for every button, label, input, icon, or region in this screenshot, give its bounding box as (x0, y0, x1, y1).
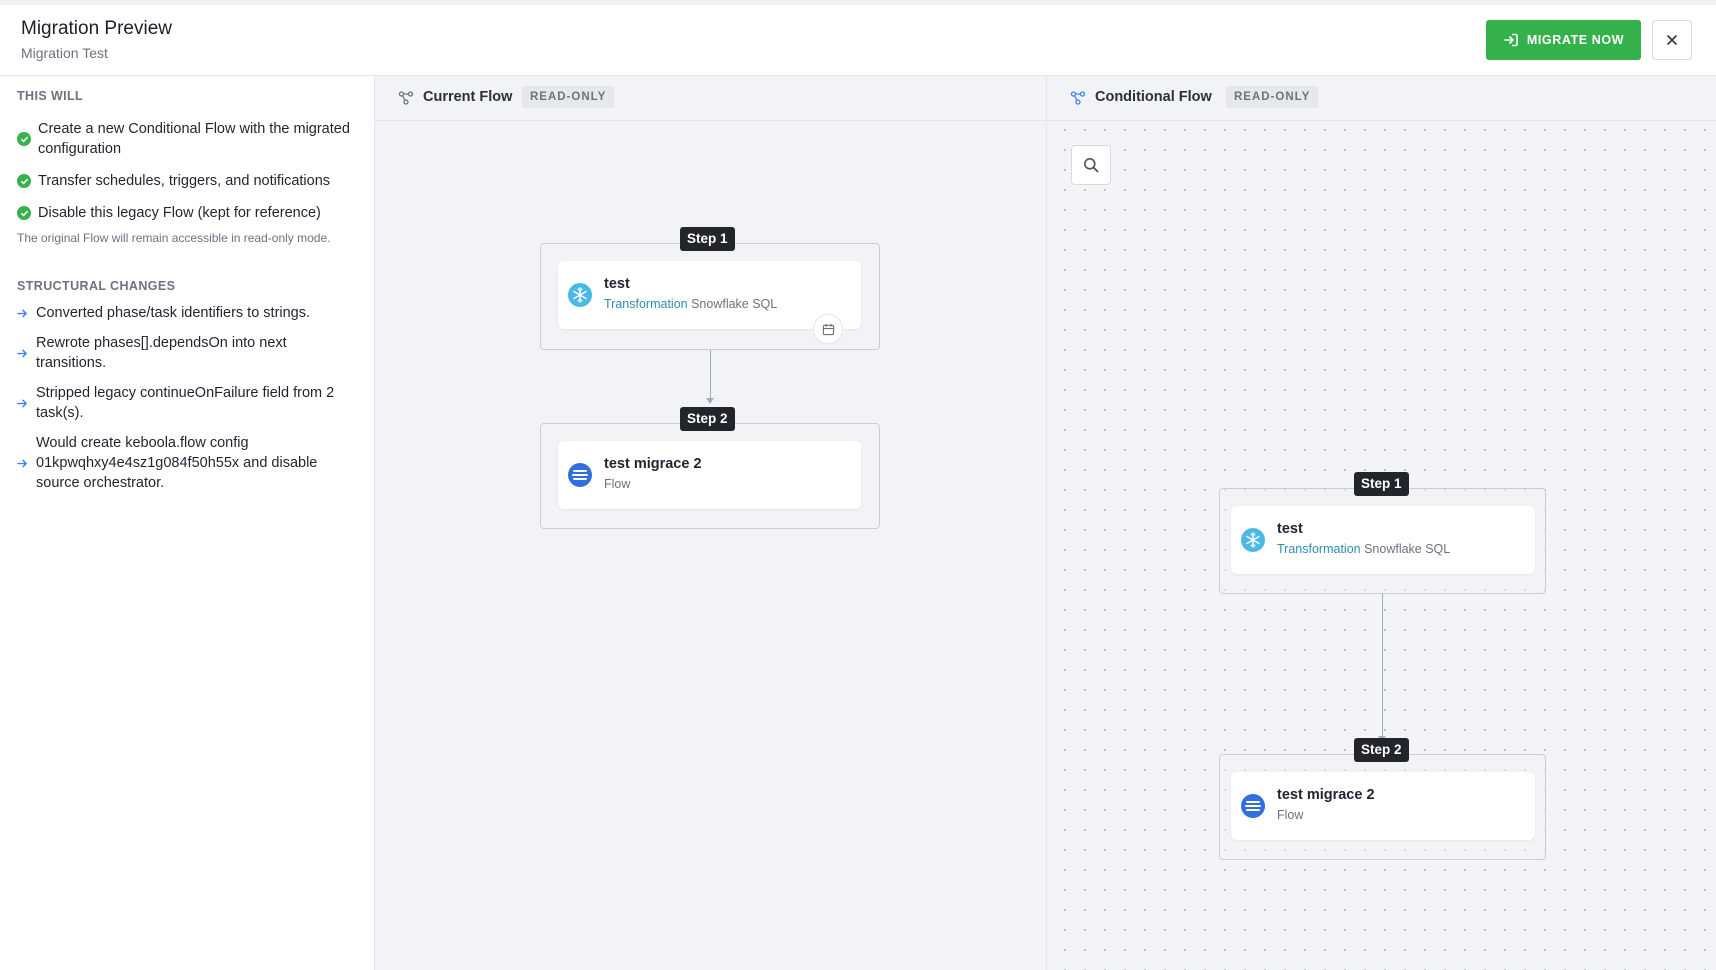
structural-change-text: Rewrote phases[].dependsOn into next tra… (36, 335, 287, 371)
this-will-item: Create a new Conditional Flow with the m… (17, 119, 357, 159)
current-flow-title: Current Flow (423, 89, 513, 105)
flow-icon (1241, 794, 1265, 818)
structural-change-text: Converted phase/task identifiers to stri… (36, 305, 311, 321)
step-label: Step 1 (680, 227, 735, 251)
step-label: Step 2 (680, 407, 735, 431)
structural-change-item: Would create keboola.flow config 01kpwqh… (17, 433, 357, 493)
conditional-flow-title: Conditional Flow (1095, 89, 1212, 105)
flow-icon (568, 463, 592, 487)
structural-change-text: Stripped legacy continueOnFailure field … (36, 385, 335, 421)
task-subtitle: Flow (604, 477, 630, 491)
task-component: Flow (1277, 808, 1304, 822)
task-component: Snowflake SQL (691, 297, 778, 311)
task-type: Transformation (1277, 542, 1361, 556)
close-icon (1667, 35, 1677, 45)
migrate-now-button[interactable]: MIGRATE NOW (1486, 20, 1641, 60)
this-will-text: Transfer schedules, triggers, and notifi… (38, 173, 331, 189)
this-will-item: Disable this legacy Flow (kept for refer… (17, 203, 357, 223)
task-card[interactable]: test migrace 2 Flow (558, 441, 861, 509)
task-card[interactable]: test Transformation Snowflake SQL (1231, 506, 1535, 574)
structural-changes-heading: STRUCTURAL CHANGES (17, 279, 176, 293)
step-group: test Transformation Snowflake SQL Step 1 (540, 227, 880, 350)
page-title: Migration Preview (21, 18, 172, 39)
step-group: test Transformation Snowflake SQL Step 1 (1219, 472, 1546, 594)
this-will-item: Transfer schedules, triggers, and notifi… (17, 171, 357, 191)
step-group: test migrace 2 Flow Step 2 (540, 407, 880, 529)
step-connector (1382, 594, 1383, 739)
migration-summary-sidebar: THIS WILL Create a new Conditional Flow … (0, 76, 375, 970)
connector-arrow (706, 398, 714, 404)
search-button[interactable] (1071, 145, 1111, 185)
calendar-icon (822, 323, 834, 335)
arrow-right-icon (17, 459, 27, 467)
task-name: test migrace 2 (1277, 787, 1375, 803)
step-group: test migrace 2 Flow Step 2 (1219, 738, 1546, 860)
check-circle-icon (17, 174, 31, 188)
page-subtitle: Migration Test (21, 45, 108, 61)
task-type: Transformation (604, 297, 688, 311)
conditional-flow-header: Conditional Flow READ-ONLY (1047, 76, 1716, 121)
check-circle-icon (17, 132, 31, 146)
task-card[interactable]: test migrace 2 Flow (1231, 772, 1535, 840)
check-circle-icon (17, 206, 31, 220)
structural-change-item: Stripped legacy continueOnFailure field … (17, 383, 357, 423)
conditional-flow-panel: Conditional Flow READ-ONLY test Transfor… (1047, 76, 1716, 970)
arrow-right-icon (17, 309, 27, 317)
arrow-right-icon (17, 349, 27, 357)
step-label: Step 2 (1354, 738, 1409, 762)
read-only-badge: READ-ONLY (522, 86, 615, 108)
this-will-heading: THIS WILL (17, 89, 84, 103)
current-flow-header: Current Flow READ-ONLY (375, 76, 1046, 121)
structural-change-item: Converted phase/task identifiers to stri… (17, 303, 357, 323)
search-icon (1084, 158, 1099, 173)
flow-graph-icon (1070, 91, 1086, 105)
task-name: test (604, 276, 630, 292)
step-label: Step 1 (1354, 472, 1409, 496)
modal-header: Migration Preview Migration Test MIGRATE… (0, 5, 1716, 76)
structural-change-item: Rewrote phases[].dependsOn into next tra… (17, 333, 357, 373)
task-name: test migrace 2 (604, 456, 702, 472)
this-will-text: Create a new Conditional Flow with the m… (38, 121, 350, 157)
schedule-badge[interactable] (813, 314, 843, 344)
step-connector (710, 350, 711, 400)
structural-change-text: Would create keboola.flow config 01kpwqh… (36, 435, 318, 491)
task-component: Flow (604, 477, 631, 491)
snowflake-icon (568, 283, 592, 307)
migrate-now-label: MIGRATE NOW (1526, 33, 1625, 47)
current-flow-panel: Current Flow READ-ONLY test Transformati… (375, 76, 1047, 970)
read-only-badge: READ-ONLY (1226, 86, 1319, 108)
task-subtitle: Transformation Snowflake SQL (1277, 542, 1450, 556)
migrate-icon (1504, 33, 1518, 47)
close-button[interactable] (1652, 20, 1692, 60)
flow-graph-icon (398, 91, 414, 105)
task-subtitle: Flow (1277, 808, 1303, 822)
read-only-note: The original Flow will remain accessible… (17, 231, 331, 245)
arrow-right-icon (17, 399, 27, 407)
this-will-text: Disable this legacy Flow (kept for refer… (38, 205, 321, 221)
task-subtitle: Transformation Snowflake SQL (604, 297, 777, 311)
task-component: Snowflake SQL (1364, 542, 1451, 556)
task-name: test (1277, 521, 1303, 537)
snowflake-icon (1241, 528, 1265, 552)
